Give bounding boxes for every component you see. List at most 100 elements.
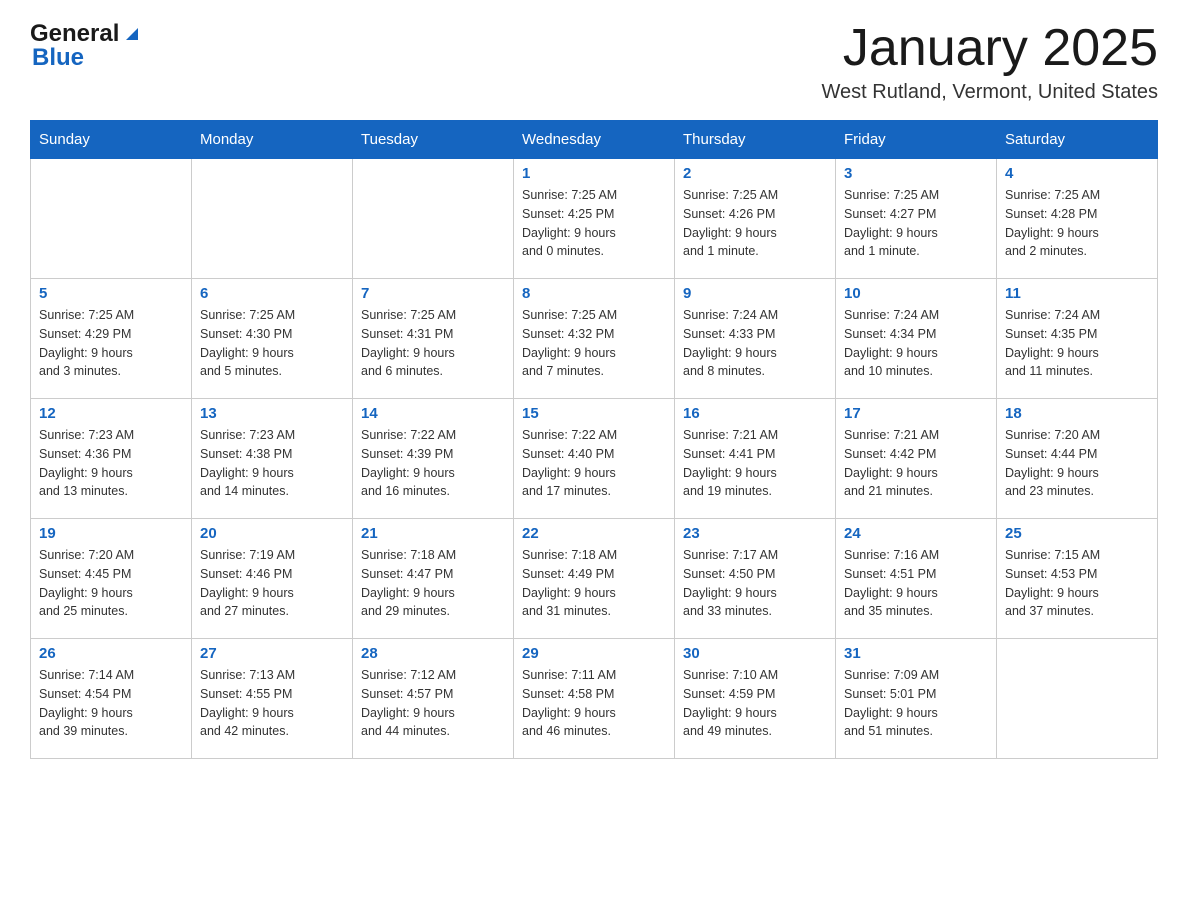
calendar-cell-w4-d5: 23 Sunrise: 7:17 AM Sunset: 4:50 PM Dayli… bbox=[675, 519, 836, 639]
day-info: Sunrise: 7:20 AM Sunset: 4:44 PM Dayligh… bbox=[1005, 426, 1149, 501]
day-info: Sunrise: 7:09 AM Sunset: 5:01 PM Dayligh… bbox=[844, 666, 988, 741]
day-number: 12 bbox=[39, 405, 183, 422]
calendar-cell-w1-d6: 3 Sunrise: 7:25 AM Sunset: 4:27 PM Daylig… bbox=[836, 159, 997, 279]
day-info: Sunrise: 7:25 AM Sunset: 4:27 PM Dayligh… bbox=[844, 186, 988, 261]
calendar-cell-w3-d7: 18Sunrise: 7:20 AM Sunset: 4:44 PM Dayli… bbox=[997, 399, 1158, 519]
day-info: Sunrise: 7:15 AM Sunset: 4:53 PM Dayligh… bbox=[1005, 546, 1149, 621]
day-info: Sunrise: 7:13 AM Sunset: 4:55 PM Dayligh… bbox=[200, 666, 344, 741]
day-info: Sunrise: 7:21 AM Sunset: 4:41 PM Dayligh… bbox=[683, 426, 827, 501]
calendar-cell-w5-d3: 28 Sunrise: 7:12 AM Sunset: 4:57 PM Dayli… bbox=[353, 639, 514, 759]
day-info: Sunrise: 7:12 AM Sunset: 4:57 PM Dayligh… bbox=[361, 666, 505, 741]
day-number: 8 bbox=[522, 285, 666, 302]
page-header: General Blue January 2025 West Rutland, … bbox=[30, 20, 1158, 104]
day-number: 3 bbox=[844, 165, 988, 182]
col-sunday: Sunday bbox=[31, 121, 192, 159]
col-tuesday: Tuesday bbox=[353, 121, 514, 159]
day-number: 23 bbox=[683, 525, 827, 542]
calendar-title: January 2025 bbox=[822, 20, 1158, 77]
calendar-week-2: 5 Sunrise: 7:25 AM Sunset: 4:29 PM Daylig… bbox=[31, 279, 1158, 399]
day-number: 1 bbox=[522, 165, 666, 182]
day-info: Sunrise: 7:18 AM Sunset: 4:47 PM Dayligh… bbox=[361, 546, 505, 621]
day-info: Sunrise: 7:20 AM Sunset: 4:45 PM Dayligh… bbox=[39, 546, 183, 621]
calendar-cell-w5-d2: 27Sunrise: 7:13 AM Sunset: 4:55 PM Dayli… bbox=[192, 639, 353, 759]
day-number: 5 bbox=[39, 285, 183, 302]
col-saturday: Saturday bbox=[997, 121, 1158, 159]
day-number: 14 bbox=[361, 405, 505, 422]
calendar-cell-w4-d2: 20 Sunrise: 7:19 AM Sunset: 4:46 PM Dayli… bbox=[192, 519, 353, 639]
day-info: Sunrise: 7:22 AM Sunset: 4:39 PM Dayligh… bbox=[361, 426, 505, 501]
title-area: January 2025 West Rutland, Vermont, Unit… bbox=[822, 20, 1158, 104]
calendar-cell-w4-d7: 25 Sunrise: 7:15 AM Sunset: 4:53 PM Dayli… bbox=[997, 519, 1158, 639]
calendar-cell-w3-d2: 13Sunrise: 7:23 AM Sunset: 4:38 PM Dayli… bbox=[192, 399, 353, 519]
day-info: Sunrise: 7:25 AM Sunset: 4:28 PM Dayligh… bbox=[1005, 186, 1149, 261]
calendar-header-row: Sunday Monday Tuesday Wednesday Thursday… bbox=[31, 121, 1158, 159]
logo: General Blue bbox=[30, 20, 143, 72]
day-number: 24 bbox=[844, 525, 988, 542]
day-info: Sunrise: 7:19 AM Sunset: 4:46 PM Dayligh… bbox=[200, 546, 344, 621]
day-info: Sunrise: 7:25 AM Sunset: 4:29 PM Dayligh… bbox=[39, 306, 183, 381]
calendar-cell-w1-d5: 2Sunrise: 7:25 AM Sunset: 4:26 PM Daylig… bbox=[675, 159, 836, 279]
calendar-cell-w2-d1: 5 Sunrise: 7:25 AM Sunset: 4:29 PM Daylig… bbox=[31, 279, 192, 399]
day-number: 25 bbox=[1005, 525, 1149, 542]
day-info: Sunrise: 7:21 AM Sunset: 4:42 PM Dayligh… bbox=[844, 426, 988, 501]
day-number: 11 bbox=[1005, 285, 1149, 302]
day-info: Sunrise: 7:25 AM Sunset: 4:25 PM Dayligh… bbox=[522, 186, 666, 261]
day-info: Sunrise: 7:24 AM Sunset: 4:34 PM Dayligh… bbox=[844, 306, 988, 381]
calendar-table: Sunday Monday Tuesday Wednesday Thursday… bbox=[30, 120, 1158, 759]
day-info: Sunrise: 7:23 AM Sunset: 4:38 PM Dayligh… bbox=[200, 426, 344, 501]
day-info: Sunrise: 7:25 AM Sunset: 4:26 PM Dayligh… bbox=[683, 186, 827, 261]
calendar-cell-w4-d6: 24 Sunrise: 7:16 AM Sunset: 4:51 PM Dayli… bbox=[836, 519, 997, 639]
calendar-cell-w4-d4: 22 Sunrise: 7:18 AM Sunset: 4:49 PM Dayli… bbox=[514, 519, 675, 639]
day-number: 7 bbox=[361, 285, 505, 302]
calendar-cell-w5-d4: 29 Sunrise: 7:11 AM Sunset: 4:58 PM Dayli… bbox=[514, 639, 675, 759]
calendar-cell-w3-d5: 16Sunrise: 7:21 AM Sunset: 4:41 PM Dayli… bbox=[675, 399, 836, 519]
col-thursday: Thursday bbox=[675, 121, 836, 159]
col-monday: Monday bbox=[192, 121, 353, 159]
calendar-cell-w1-d7: 4 Sunrise: 7:25 AM Sunset: 4:28 PM Daylig… bbox=[997, 159, 1158, 279]
calendar-cell-w2-d7: 11Sunrise: 7:24 AM Sunset: 4:35 PM Dayli… bbox=[997, 279, 1158, 399]
day-info: Sunrise: 7:22 AM Sunset: 4:40 PM Dayligh… bbox=[522, 426, 666, 501]
day-number: 15 bbox=[522, 405, 666, 422]
calendar-cell-w5-d1: 26 Sunrise: 7:14 AM Sunset: 4:54 PM Dayli… bbox=[31, 639, 192, 759]
calendar-cell-w1-d4: 1 Sunrise: 7:25 AM Sunset: 4:25 PM Daylig… bbox=[514, 159, 675, 279]
day-info: Sunrise: 7:16 AM Sunset: 4:51 PM Dayligh… bbox=[844, 546, 988, 621]
day-number: 4 bbox=[1005, 165, 1149, 182]
calendar-cell-w1-d2 bbox=[192, 159, 353, 279]
day-number: 26 bbox=[39, 645, 183, 662]
calendar-cell-w5-d5: 30Sunrise: 7:10 AM Sunset: 4:59 PM Dayli… bbox=[675, 639, 836, 759]
day-info: Sunrise: 7:25 AM Sunset: 4:30 PM Dayligh… bbox=[200, 306, 344, 381]
calendar-cell-w2-d6: 10 Sunrise: 7:24 AM Sunset: 4:34 PM Dayli… bbox=[836, 279, 997, 399]
calendar-subtitle: West Rutland, Vermont, United States bbox=[822, 81, 1158, 104]
day-info: Sunrise: 7:18 AM Sunset: 4:49 PM Dayligh… bbox=[522, 546, 666, 621]
calendar-cell-w4-d3: 21 Sunrise: 7:18 AM Sunset: 4:47 PM Dayli… bbox=[353, 519, 514, 639]
day-number: 19 bbox=[39, 525, 183, 542]
day-number: 17 bbox=[844, 405, 988, 422]
day-info: Sunrise: 7:11 AM Sunset: 4:58 PM Dayligh… bbox=[522, 666, 666, 741]
calendar-cell-w2-d2: 6 Sunrise: 7:25 AM Sunset: 4:30 PM Daylig… bbox=[192, 279, 353, 399]
calendar-cell-w2-d3: 7Sunrise: 7:25 AM Sunset: 4:31 PM Daylig… bbox=[353, 279, 514, 399]
calendar-cell-w3-d6: 17 Sunrise: 7:21 AM Sunset: 4:42 PM Dayli… bbox=[836, 399, 997, 519]
calendar-cell-w3-d1: 12Sunrise: 7:23 AM Sunset: 4:36 PM Dayli… bbox=[31, 399, 192, 519]
day-number: 6 bbox=[200, 285, 344, 302]
logo-blue-text: Blue bbox=[32, 44, 143, 72]
day-info: Sunrise: 7:14 AM Sunset: 4:54 PM Dayligh… bbox=[39, 666, 183, 741]
day-number: 21 bbox=[361, 525, 505, 542]
day-number: 31 bbox=[844, 645, 988, 662]
calendar-cell-w3-d3: 14 Sunrise: 7:22 AM Sunset: 4:39 PM Dayli… bbox=[353, 399, 514, 519]
calendar-cell-w5-d7 bbox=[997, 639, 1158, 759]
day-number: 29 bbox=[522, 645, 666, 662]
calendar-cell-w4-d1: 19 Sunrise: 7:20 AM Sunset: 4:45 PM Dayli… bbox=[31, 519, 192, 639]
day-number: 22 bbox=[522, 525, 666, 542]
day-number: 20 bbox=[200, 525, 344, 542]
calendar-week-1: 1 Sunrise: 7:25 AM Sunset: 4:25 PM Daylig… bbox=[31, 159, 1158, 279]
day-info: Sunrise: 7:24 AM Sunset: 4:33 PM Dayligh… bbox=[683, 306, 827, 381]
day-info: Sunrise: 7:17 AM Sunset: 4:50 PM Dayligh… bbox=[683, 546, 827, 621]
calendar-week-4: 19 Sunrise: 7:20 AM Sunset: 4:45 PM Dayli… bbox=[31, 519, 1158, 639]
calendar-cell-w2-d5: 9Sunrise: 7:24 AM Sunset: 4:33 PM Daylig… bbox=[675, 279, 836, 399]
day-number: 30 bbox=[683, 645, 827, 662]
logo-triangle-icon bbox=[121, 22, 143, 44]
col-friday: Friday bbox=[836, 121, 997, 159]
day-number: 10 bbox=[844, 285, 988, 302]
calendar-cell-w1-d1 bbox=[31, 159, 192, 279]
day-number: 28 bbox=[361, 645, 505, 662]
